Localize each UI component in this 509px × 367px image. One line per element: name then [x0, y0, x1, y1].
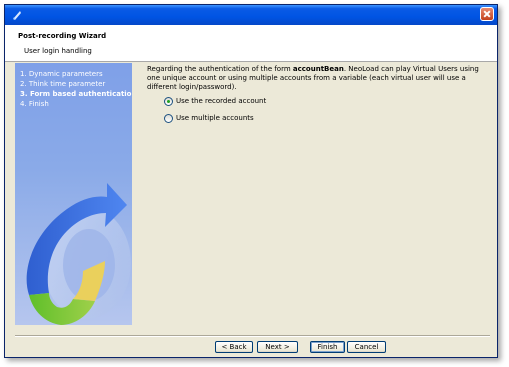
option-recorded-account[interactable]: Use the recorded account — [164, 95, 266, 107]
neoload-app-icon — [13, 11, 21, 20]
radio-recorded-account[interactable] — [164, 96, 173, 106]
intro-text: Regarding the authentication of the form… — [147, 65, 492, 92]
wizard-header: Post-recording Wizard User login handlin… — [5, 25, 497, 62]
option-recorded-account-label[interactable]: Use the recorded account — [176, 97, 266, 105]
page-title: Post-recording Wizard — [18, 32, 107, 40]
wizard-graphic — [26, 183, 131, 325]
button-separator — [15, 335, 490, 337]
close-icon[interactable] — [480, 7, 494, 21]
form-name: accountBean — [292, 65, 344, 73]
intro-prefix: Regarding the authentication of the form — [147, 65, 293, 73]
cancel-button[interactable]: Cancel — [347, 341, 386, 353]
steps-list: 1. Dynamic parameters 2. Think time para… — [20, 69, 132, 109]
wizard-window: Post-recording Wizard User login handlin… — [4, 4, 498, 358]
step-think-time-parameter: 2. Think time parameter — [20, 80, 106, 88]
step-dynamic-parameters: 1. Dynamic parameters — [20, 70, 103, 78]
next-button[interactable]: Next > — [257, 341, 298, 353]
title-bar[interactable] — [5, 5, 497, 25]
page-subtitle: User login handling — [24, 47, 92, 55]
option-multiple-accounts-label[interactable]: Use multiple accounts — [176, 114, 254, 122]
option-multiple-accounts[interactable]: Use multiple accounts — [164, 112, 254, 124]
step-finish: 4. Finish — [20, 100, 49, 108]
radio-multiple-accounts[interactable] — [164, 113, 173, 123]
back-button[interactable]: < Back — [215, 341, 253, 353]
finish-button[interactable]: Finish — [310, 341, 345, 353]
steps-panel: 1. Dynamic parameters 2. Think time para… — [15, 63, 132, 325]
step-form-based-authentication: 3. Form based authentication — [20, 90, 132, 98]
